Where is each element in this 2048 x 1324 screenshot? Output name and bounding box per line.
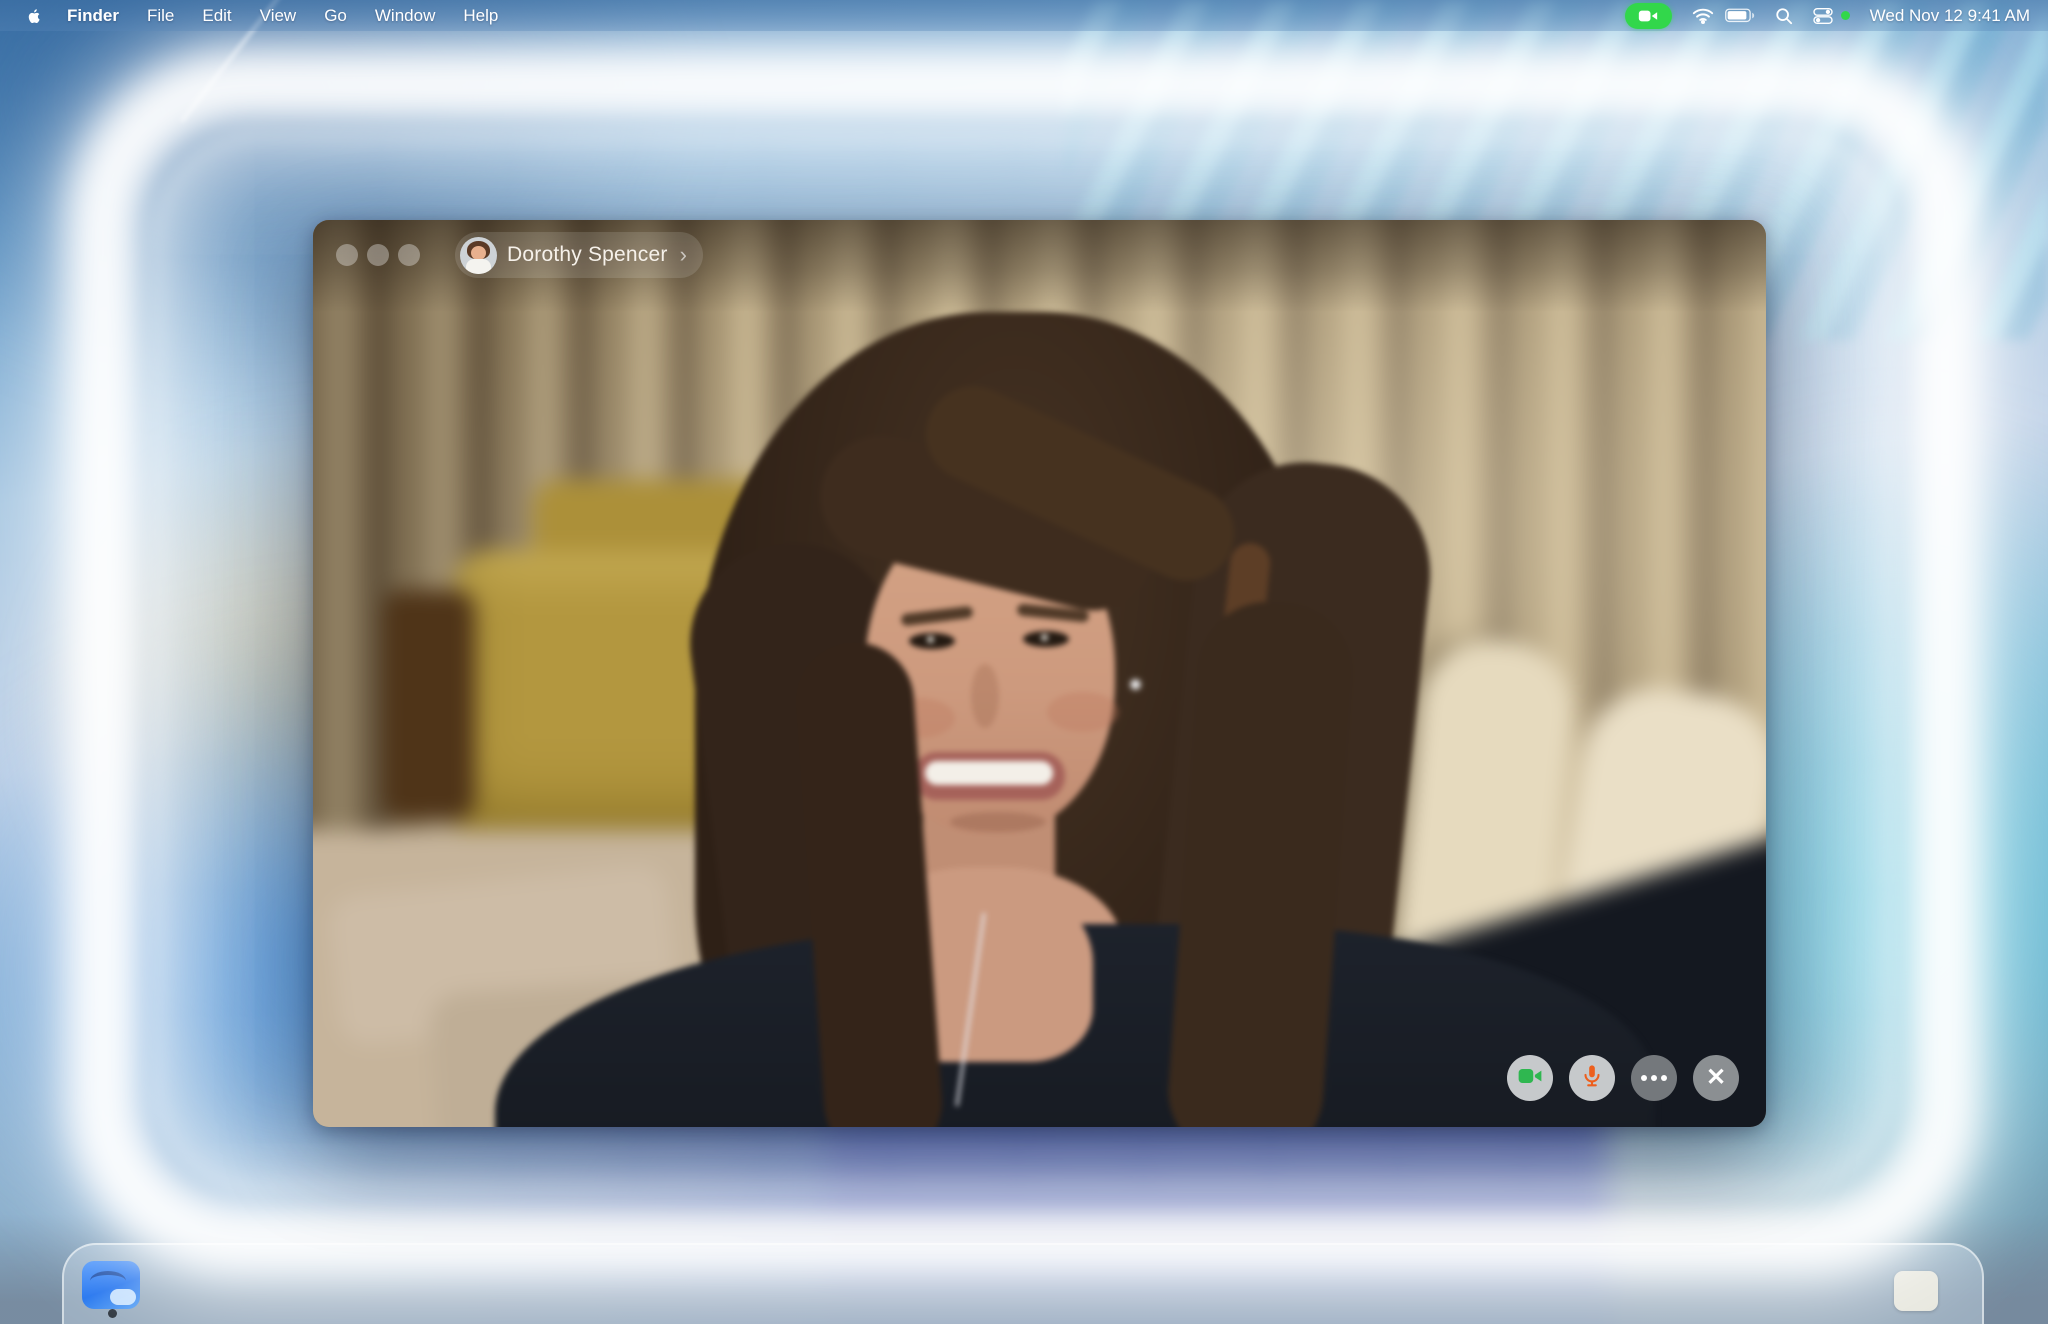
- chevron-right-icon: ›: [680, 244, 687, 266]
- participant-video: [313, 220, 1766, 1127]
- peek-dot: [108, 1309, 117, 1318]
- video-button[interactable]: [1507, 1055, 1553, 1101]
- menu-item-go[interactable]: Go: [310, 0, 361, 31]
- video-feed: [313, 220, 1766, 1127]
- control-center-icon[interactable]: [1813, 7, 1833, 25]
- participant-name: Dorothy Spencer: [507, 243, 668, 267]
- menu-item-view[interactable]: View: [246, 0, 311, 31]
- battery-icon[interactable]: [1725, 8, 1755, 23]
- video-active-indicator[interactable]: [1625, 3, 1672, 29]
- search-icon[interactable]: [1775, 7, 1793, 25]
- window-titlebar: Dorothy Spencer ›: [313, 220, 1766, 312]
- close-icon: ✕: [1706, 1066, 1726, 1090]
- minimize-window-button[interactable]: [367, 244, 389, 266]
- blue-app-icon[interactable]: [82, 1261, 140, 1309]
- earring: [1131, 680, 1140, 689]
- wifi-icon[interactable]: [1692, 7, 1705, 24]
- more-button[interactable]: [1631, 1055, 1677, 1101]
- menu-item-file[interactable]: File: [133, 0, 188, 31]
- ellipsis-icon: [1641, 1075, 1667, 1081]
- mic-button[interactable]: [1569, 1055, 1615, 1101]
- call-controls: ✕: [1507, 1055, 1739, 1101]
- zoom-window-button[interactable]: [398, 244, 420, 266]
- background-window-edge[interactable]: [62, 1243, 1984, 1324]
- camera-in-use-dot: [1841, 11, 1850, 20]
- menu-bar-clock[interactable]: Wed Nov 12 9:41 AM: [1870, 6, 2030, 26]
- document-icon: [1894, 1271, 1938, 1311]
- menu-item-edit[interactable]: Edit: [188, 0, 245, 31]
- facetime-window[interactable]: Dorothy Spencer › ✕: [313, 220, 1766, 1127]
- video-camera-icon: [1517, 1063, 1543, 1094]
- microphone-icon: [1579, 1063, 1605, 1094]
- apple-menu[interactable]: [25, 6, 43, 26]
- menu-item-help[interactable]: Help: [449, 0, 512, 31]
- menu-item-window[interactable]: Window: [361, 0, 449, 31]
- participant-pill[interactable]: Dorothy Spencer ›: [455, 232, 703, 278]
- close-button[interactable]: ✕: [1693, 1055, 1739, 1101]
- menu-bar: Finder File Edit View Go Window Help Wed…: [0, 0, 2048, 31]
- close-window-button[interactable]: [336, 244, 358, 266]
- memoji-avatar: [460, 237, 497, 274]
- menu-item-finder[interactable]: Finder: [53, 0, 133, 31]
